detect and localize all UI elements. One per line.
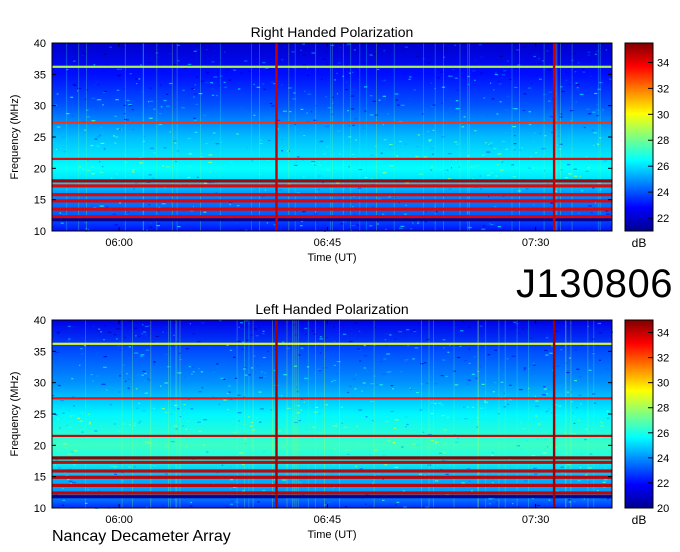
interference-band — [52, 184, 612, 188]
y-tick-label: 15 — [34, 472, 46, 484]
y-tick-label: 25 — [34, 132, 46, 144]
y-tick-label: 20 — [34, 163, 46, 175]
broadband-spike — [552, 43, 556, 231]
colorbar-tick-label: 26 — [657, 161, 669, 173]
y-tick-label: 20 — [34, 440, 46, 452]
panel-title: Right Handed Polarization — [251, 24, 414, 40]
interference-band — [52, 65, 612, 68]
interference-band — [52, 460, 612, 464]
colorbar-tick-label: 24 — [657, 187, 669, 199]
interference-band — [52, 199, 612, 203]
colorbar-tick-label: 24 — [657, 453, 669, 465]
colorbar-tick-label: 32 — [657, 83, 669, 95]
interference-band — [52, 215, 612, 219]
interference-band — [52, 179, 612, 183]
spectrogram-panel-1: Right Handed Polarization 10 15 20 25 30 35 40 0… — [9, 24, 669, 264]
interference-band — [52, 491, 612, 495]
x-axis-label: Time (UT) — [307, 252, 356, 264]
x-tick-label: 06:00 — [105, 514, 133, 526]
broadband-spike — [275, 320, 278, 508]
interference-band — [52, 121, 612, 124]
interference-band — [52, 469, 612, 473]
interference-band — [52, 456, 612, 460]
y-tick-label: 35 — [34, 69, 46, 81]
colorbar-tick-label: 22 — [657, 213, 669, 225]
y-tick-label: 10 — [34, 226, 46, 238]
colorbar-tick-label: 30 — [657, 378, 669, 390]
colorbar-tick-label: 28 — [657, 135, 669, 147]
interference-band — [52, 193, 612, 197]
colorbar-tick-label: 32 — [657, 353, 669, 365]
panel-title: Left Handed Polarization — [255, 301, 408, 317]
colorbar-tick-label: 30 — [657, 109, 669, 121]
interference-band — [52, 475, 612, 479]
y-tick-label: 10 — [34, 503, 46, 515]
colorbar — [624, 319, 654, 509]
interference-band — [52, 207, 612, 211]
colorbar-tick-label: 28 — [657, 403, 669, 415]
interference-band — [52, 218, 612, 222]
colorbar-tick-label: 20 — [657, 503, 669, 515]
y-tick-label: 35 — [34, 346, 46, 358]
interference-band — [52, 157, 612, 160]
interference-band — [52, 342, 612, 345]
colorbar-tick-label: 26 — [657, 428, 669, 440]
broadband-spike — [552, 320, 556, 508]
x-axis-label: Time (UT) — [307, 529, 356, 541]
y-tick-label: 40 — [34, 315, 46, 327]
broadband-spike — [275, 43, 278, 231]
colorbar-tick-label: 34 — [657, 57, 669, 69]
y-tick-label: 40 — [34, 38, 46, 50]
colorbar-unit-label: dB — [632, 513, 647, 527]
x-tick-label: 06:45 — [314, 237, 342, 249]
y-tick-label: 30 — [34, 378, 46, 390]
y-axis-label: Frequency (MHz) — [9, 372, 21, 457]
x-tick-label: 06:45 — [314, 514, 342, 526]
interference-band — [52, 483, 612, 487]
y-tick-label: 25 — [34, 409, 46, 421]
colorbar-tick-label: 22 — [657, 478, 669, 490]
colorbar — [624, 42, 654, 232]
interference-band — [52, 495, 612, 499]
interference-band — [52, 397, 612, 400]
observatory-label: Nancay Decameter Array — [52, 528, 231, 545]
colorbar-tick-label: 34 — [657, 328, 669, 340]
x-tick-label: 07:30 — [522, 514, 550, 526]
y-tick-label: 15 — [34, 195, 46, 207]
y-axis-label: Frequency (MHz) — [9, 95, 21, 180]
x-tick-label: 06:00 — [105, 237, 133, 249]
y-tick-label: 30 — [34, 101, 46, 113]
colorbar-unit-label: dB — [632, 236, 647, 250]
x-tick-label: 07:30 — [522, 237, 550, 249]
interference-band — [52, 434, 612, 437]
spectrogram-panel-2: Left Handed Polarization 10 15 20 25 30 35 40 06… — [9, 301, 669, 541]
figure-id-label: J130806 — [516, 262, 673, 306]
